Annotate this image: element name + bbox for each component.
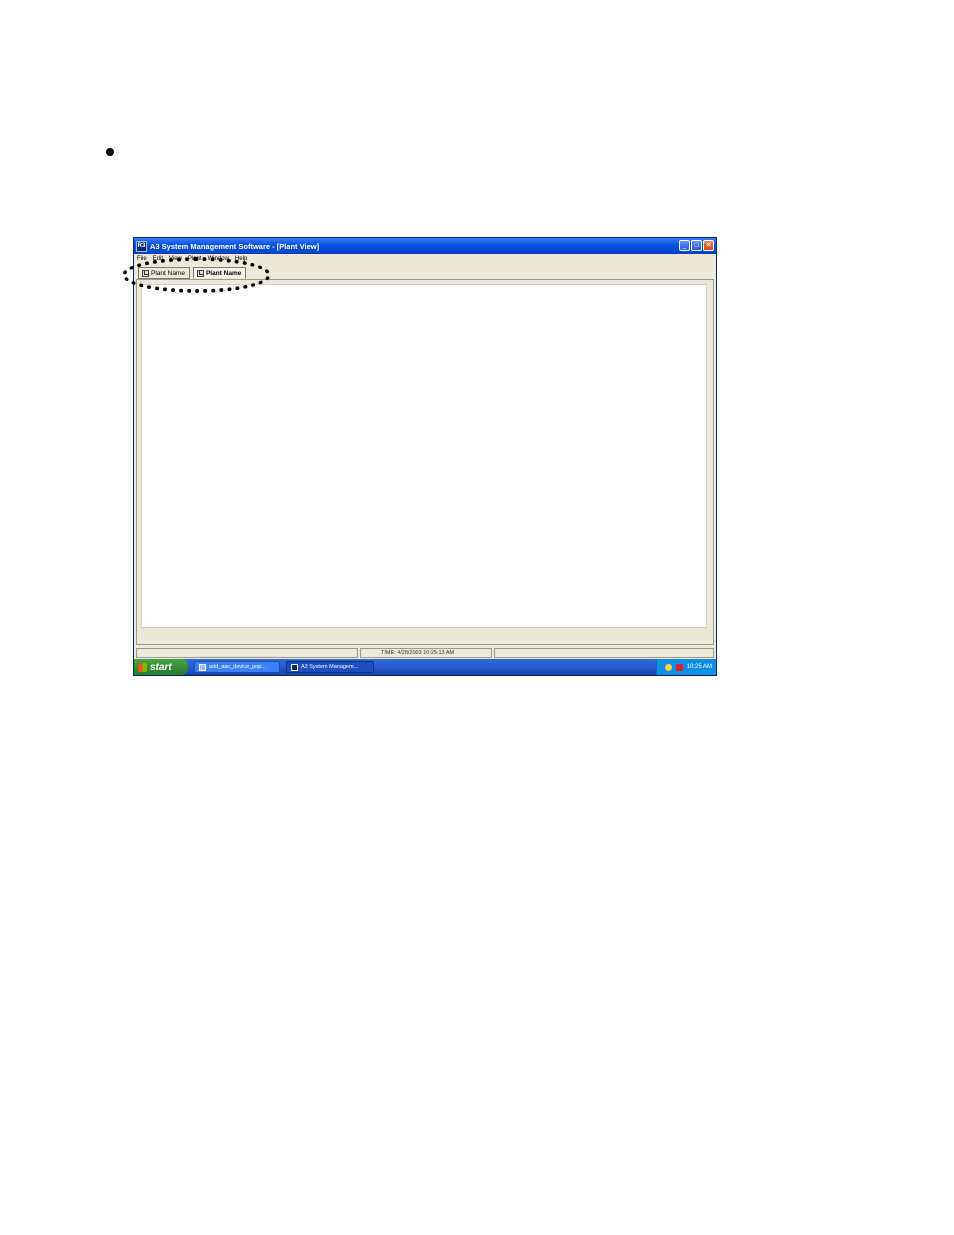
plant-view-canvas[interactable] bbox=[141, 284, 707, 628]
window-title: A3 System Management Software - [Plant V… bbox=[150, 241, 320, 251]
document-icon bbox=[199, 663, 206, 671]
bullet-point bbox=[106, 148, 114, 156]
system-tray: 10:25 AM bbox=[656, 659, 716, 675]
taskbar: start add_aac_device_pop... A3 System Ma… bbox=[134, 659, 716, 675]
taskbar-item-add-device[interactable]: add_aac_device_pop... bbox=[194, 661, 280, 673]
status-time: TIME: 4/28/2003 10:25:13 AM bbox=[360, 648, 492, 658]
start-label: start bbox=[150, 661, 172, 673]
close-icon[interactable]: ✕ bbox=[703, 240, 714, 251]
plant-view-frame bbox=[136, 279, 714, 645]
maximize-icon[interactable]: □ bbox=[691, 240, 702, 251]
windows-flag-icon bbox=[138, 662, 147, 672]
status-bar: TIME: 4/28/2003 10:25:13 AM bbox=[136, 648, 714, 658]
taskbar-item-a3-system[interactable]: A3 System Managem... bbox=[286, 661, 374, 673]
tabs-highlight-ellipse bbox=[122, 257, 271, 293]
app-window-screenshot: R3 A3 System Management Software - [Plan… bbox=[133, 237, 717, 676]
task-label: add_aac_device_pop... bbox=[209, 664, 266, 670]
task-label: A3 System Managem... bbox=[301, 664, 359, 670]
start-button[interactable]: start bbox=[134, 659, 188, 675]
app-icon: R3 bbox=[136, 240, 147, 252]
status-panel-left bbox=[136, 648, 358, 658]
minimize-icon[interactable]: _ bbox=[679, 240, 690, 251]
window-controls: _ □ ✕ bbox=[679, 240, 714, 251]
title-bar[interactable]: R3 A3 System Management Software - [Plan… bbox=[134, 238, 716, 254]
status-panel-right bbox=[494, 648, 714, 658]
network-icon[interactable] bbox=[664, 663, 672, 671]
clock: 10:25 AM bbox=[686, 664, 712, 670]
app-icon bbox=[291, 663, 298, 671]
ati-icon[interactable] bbox=[675, 663, 683, 671]
